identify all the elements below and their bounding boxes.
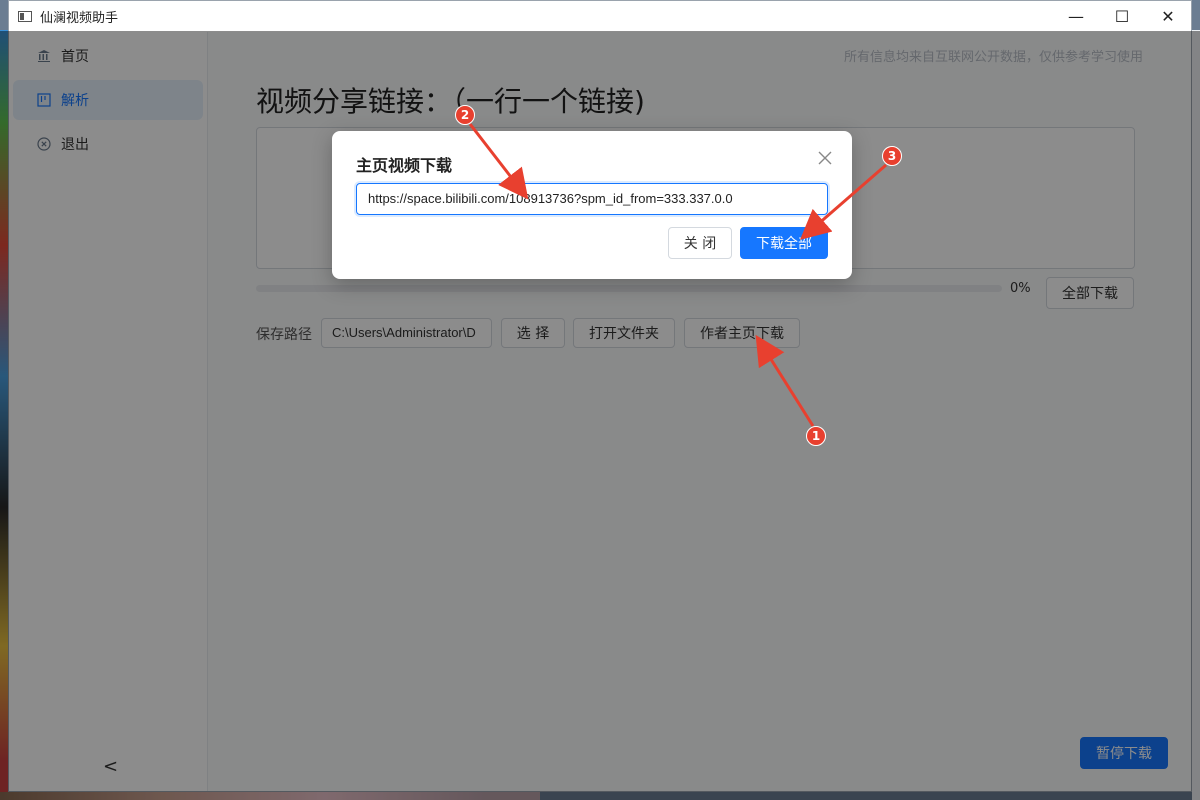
title-bar: 仙澜视频助手 — ☐ ✕ <box>9 1 1191 32</box>
homepage-url-input[interactable]: https://space.bilibili.com/108913736?spm… <box>356 183 828 215</box>
minimize-button[interactable]: — <box>1053 1 1099 32</box>
dialog-close-button[interactable]: 关 闭 <box>668 227 732 259</box>
maximize-button[interactable]: ☐ <box>1099 1 1145 32</box>
annotation-marker-3: 3 <box>882 146 902 166</box>
app-icon <box>18 11 32 22</box>
annotation-marker-2: 2 <box>455 105 475 125</box>
close-icon[interactable] <box>818 149 832 170</box>
download-all-primary-button[interactable]: 下载全部 <box>740 227 828 259</box>
home-video-download-dialog: 主页视频下载 https://space.bilibili.com/108913… <box>332 131 852 279</box>
window-title: 仙澜视频助手 <box>40 11 119 26</box>
dialog-title: 主页视频下载 <box>356 156 453 175</box>
window-controls: — ☐ ✕ <box>1053 1 1191 32</box>
annotation-marker-1: 1 <box>806 426 826 446</box>
close-window-button[interactable]: ✕ <box>1145 1 1191 32</box>
